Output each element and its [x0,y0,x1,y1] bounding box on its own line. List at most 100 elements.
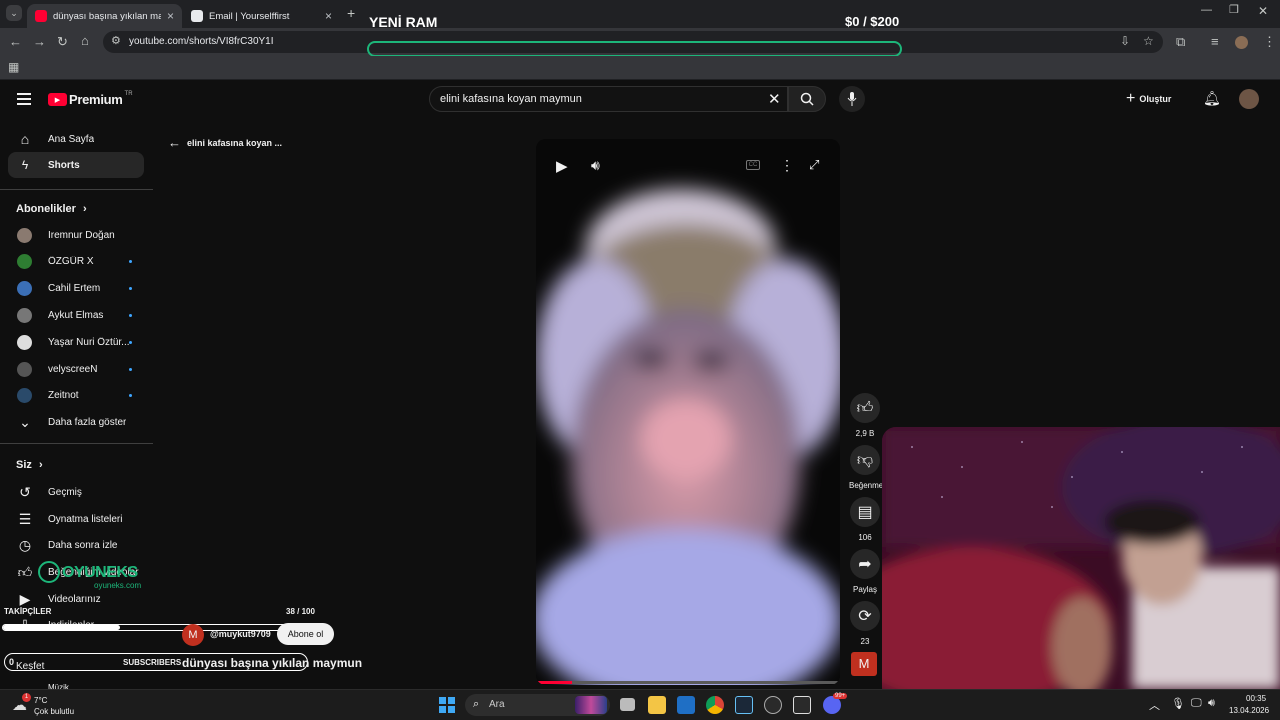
forward-icon[interactable]: → [33,35,46,48]
hamburger-menu-icon[interactable] [17,93,31,105]
sidebar-subscription-item[interactable]: Zeitnot [8,383,144,409]
channel-avatar [17,388,32,404]
shorts-video-player[interactable]: ▶ 🔊︎ CC ⋮ ⤢ [536,139,840,685]
search-input[interactable]: elini kafasına koyan maymun [440,93,582,105]
sidebar-item-history[interactable]: ↺ Geçmiş [8,479,144,505]
url-text: youtube.com/shorts/VI8frC30Y1I [129,36,274,47]
you-heading[interactable]: Siz › [16,459,43,471]
channel-avatar [17,361,32,377]
channel-avatar-small[interactable]: M [851,652,877,676]
sidebar-item-playlists[interactable]: ☰ Oynatma listeleri [8,506,144,532]
tab-active[interactable]: dünyası başına yıkılan maymun × [27,4,182,28]
clock-time[interactable]: 00:35 [1246,694,1266,703]
steam-alt-icon[interactable] [764,696,782,714]
captions-icon[interactable]: CC [746,160,760,170]
subscribe-button[interactable]: Abone ol [277,623,334,645]
close-window-icon[interactable]: ✕ [1258,5,1268,17]
tab-search-chevron-icon[interactable]: ⌄ [6,5,22,21]
browser-menu-icon[interactable]: ⋮ [1263,35,1276,48]
sidebar-item-watch-later[interactable]: ◷ Daha sonra izle [8,532,144,558]
minimize-icon[interactable]: — [1201,5,1212,16]
profile-avatar[interactable] [1235,36,1248,49]
youtube-favicon-icon [35,10,47,22]
like-icon[interactable]: 👍︎ [850,393,880,423]
account-avatar[interactable] [1239,89,1259,109]
new-tab-icon[interactable]: + [347,6,355,20]
install-app-icon[interactable]: ⇩ [1120,35,1130,47]
sidebar-item-label: Zeitnot [48,390,79,402]
comment-icon[interactable]: ▤ [850,497,880,527]
tray-chevron-icon[interactable]: ︿ [1149,697,1160,713]
channel-handle[interactable]: @muykut9709 [210,629,271,639]
media-control-icon[interactable]: ≡ [1211,35,1219,48]
network-icon[interactable]: 🖵︎ [1191,697,1202,710]
sidebar-subscription-item[interactable]: velyscreeN [8,356,144,382]
play-icon[interactable]: ▶ [556,157,568,175]
show-more-button[interactable]: ⌄ Daha fazla göster [8,409,144,435]
discord-badge: 99+ [833,693,848,699]
chrome-icon[interactable] [706,696,724,714]
file-explorer-icon[interactable] [648,696,666,714]
bookmark-star-icon[interactable]: ☆ [1143,35,1154,47]
home-icon[interactable]: ⌂ [81,34,89,47]
sidebar-subscription-item[interactable]: ÖZGÜR X [8,249,144,275]
tab-title: dünyası başına yıkılan maymun [53,10,161,22]
notifications-bell-icon[interactable]: 🔔︎ [1203,90,1221,107]
remix-action[interactable]: ⟳ 23 [849,601,881,646]
site-info-icon[interactable]: ⚙ [111,36,121,47]
sidebar-item-shorts[interactable]: ϟ Shorts [8,152,144,178]
share-icon[interactable]: ➦ [850,549,880,579]
maximize-icon[interactable]: ❐ [1229,5,1239,16]
clock-date[interactable]: 13.04.2026 [1229,706,1269,715]
close-tab-icon[interactable]: × [325,9,332,23]
speaker-icon[interactable]: 🔊︎ [1208,697,1215,710]
followers-label: TAKİPÇİLER [4,607,52,616]
remix-icon[interactable]: ⟳ [850,601,880,631]
comments-action[interactable]: ▤ 106 [849,497,881,542]
sidebar-item-label: Videolarınız [48,593,101,605]
epic-games-icon[interactable] [793,696,811,714]
close-tab-icon[interactable]: × [167,9,174,23]
taskbar-search[interactable]: ⌕ Ara [465,694,610,716]
sidebar-item-label: Daha sonra izle [48,539,118,551]
sidebar-subscription-item[interactable]: İremnur Doğan [8,222,144,248]
chevron-right-icon: › [38,459,43,471]
voice-search-button[interactable] [839,86,865,112]
back-to-results-button[interactable]: ← elini kafasına koyan ... [168,135,282,150]
task-view-icon[interactable] [620,698,635,711]
chevron-down-icon: ⌄ [19,413,31,430]
reload-icon[interactable]: ↻ [57,35,68,48]
dislike-action[interactable]: 👎︎ Beğenme [849,445,883,490]
create-button[interactable]: + Oluştur [1126,90,1171,108]
youtube-logo[interactable]: ▶ Premium TR [48,91,133,107]
video-progress-track[interactable] [536,681,840,684]
more-options-icon[interactable]: ⋮ [780,157,794,174]
search-button[interactable] [788,86,826,112]
sidebar-subscription-item[interactable]: Cahil Ertem [8,276,144,302]
microphone-tray-icon[interactable]: 🎙︎ [1171,697,1185,710]
channel-avatar[interactable]: M [182,624,204,646]
sidebar-item-label: Ana Sayfa [48,133,95,145]
start-button[interactable] [439,697,455,713]
apps-grid-icon[interactable]: ▦ [8,61,19,73]
clear-search-icon[interactable]: ✕ [768,90,781,108]
dislike-icon[interactable]: 👎︎ [850,445,880,475]
extensions-icon[interactable]: ⧉ [1176,35,1185,48]
sidebar-item-home[interactable]: ⌂ Ana Sayfa [8,126,144,152]
subscriptions-heading[interactable]: Abonelikler › [16,203,87,215]
fullscreen-icon[interactable]: ⤢ [809,157,819,173]
weather-widget[interactable]: ☁ 1 7°C Çok bulutlu [10,693,100,719]
oyuneks-logo-icon [38,561,60,583]
steam-icon[interactable] [735,696,753,714]
back-icon[interactable]: ← [9,35,22,48]
share-action[interactable]: ➦ Paylaş [849,549,881,594]
sidebar-divider [0,189,153,190]
outlook-icon[interactable] [677,696,695,714]
search-box[interactable]: elini kafasına koyan maymun ✕ [429,86,788,112]
like-action[interactable]: 👍︎ 2,9 B [849,393,881,438]
chevron-right-icon: › [82,203,87,215]
volume-icon[interactable]: 🔊︎ [591,157,600,174]
sidebar-subscription-item[interactable]: Yaşar Nuri Öztür... [8,329,144,355]
tab-inactive[interactable]: Email | Yourselffirst × [183,4,340,28]
sidebar-subscription-item[interactable]: Aykut Elmas [8,302,144,328]
